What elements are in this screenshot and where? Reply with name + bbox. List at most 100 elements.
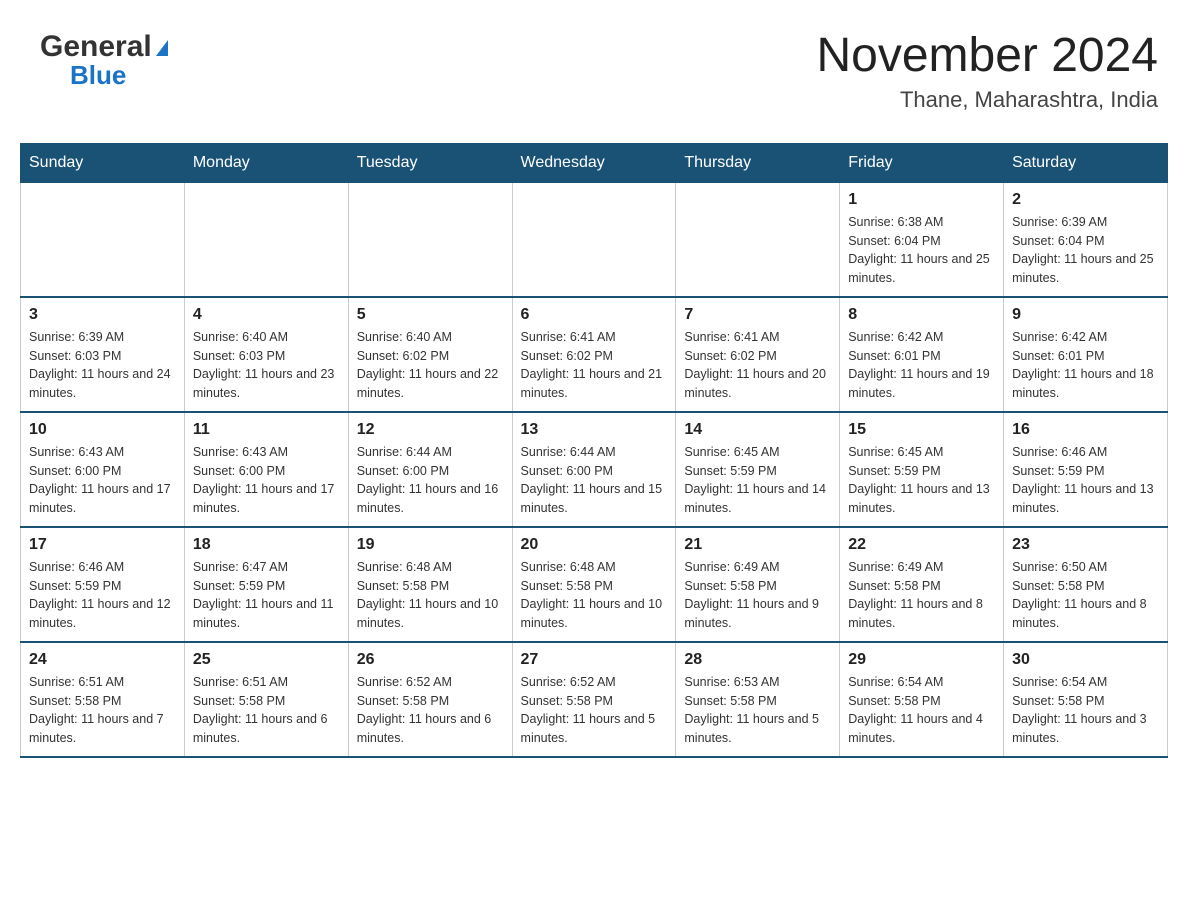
day-number: 19 [357,536,504,554]
day-info: Sunrise: 6:52 AMSunset: 5:58 PMDaylight:… [521,673,668,748]
day-number: 7 [684,306,831,324]
day-number: 26 [357,651,504,669]
day-info: Sunrise: 6:52 AMSunset: 5:58 PMDaylight:… [357,673,504,748]
day-number: 4 [193,306,340,324]
day-info: Sunrise: 6:43 AMSunset: 6:00 PMDaylight:… [193,443,340,518]
logo-general-text: General [40,30,152,64]
calendar-cell: 18 Sunrise: 6:47 AMSunset: 5:59 PMDayligh… [184,527,348,642]
weekday-header-friday: Friday [840,143,1004,182]
day-info: Sunrise: 6:40 AMSunset: 6:03 PMDaylight:… [193,328,340,403]
day-number: 1 [848,191,995,209]
day-number: 30 [1012,651,1159,669]
day-number: 8 [848,306,995,324]
calendar-cell [21,182,185,297]
day-info: Sunrise: 6:41 AMSunset: 6:02 PMDaylight:… [684,328,831,403]
logo: General Blue [40,30,168,91]
day-number: 22 [848,536,995,554]
calendar-cell: 30 Sunrise: 6:54 AMSunset: 5:58 PMDayligh… [1004,642,1168,757]
day-info: Sunrise: 6:44 AMSunset: 6:00 PMDaylight:… [521,443,668,518]
day-number: 6 [521,306,668,324]
day-number: 14 [684,421,831,439]
day-number: 16 [1012,421,1159,439]
day-info: Sunrise: 6:40 AMSunset: 6:02 PMDaylight:… [357,328,504,403]
day-number: 15 [848,421,995,439]
weekday-header-thursday: Thursday [676,143,840,182]
calendar-cell: 19 Sunrise: 6:48 AMSunset: 5:58 PMDayligh… [348,527,512,642]
calendar-cell: 11 Sunrise: 6:43 AMSunset: 6:00 PMDayligh… [184,412,348,527]
calendar-cell [184,182,348,297]
calendar-cell: 14 Sunrise: 6:45 AMSunset: 5:59 PMDayligh… [676,412,840,527]
day-info: Sunrise: 6:51 AMSunset: 5:58 PMDaylight:… [29,673,176,748]
month-title: November 2024 [816,30,1158,83]
calendar-row-4: 24 Sunrise: 6:51 AMSunset: 5:58 PMDayligh… [21,642,1168,757]
day-info: Sunrise: 6:43 AMSunset: 6:00 PMDaylight:… [29,443,176,518]
calendar-table: SundayMondayTuesdayWednesdayThursdayFrid… [20,143,1168,758]
weekday-header-tuesday: Tuesday [348,143,512,182]
calendar-cell: 6 Sunrise: 6:41 AMSunset: 6:02 PMDaylight… [512,297,676,412]
calendar-row-3: 17Sunrise: 6:46 AMSunset: 5:59 PMDayligh… [21,527,1168,642]
location-title: Thane, Maharashtra, India [816,87,1158,113]
day-number: 11 [193,421,340,439]
calendar-cell: 24 Sunrise: 6:51 AMSunset: 5:58 PMDayligh… [21,642,185,757]
logo-blue-text: Blue [70,60,126,91]
calendar-row-1: 3 Sunrise: 6:39 AMSunset: 6:03 PMDaylight… [21,297,1168,412]
calendar-cell: 5Sunrise: 6:40 AMSunset: 6:02 PMDaylight… [348,297,512,412]
day-info: Sunrise: 6:45 AMSunset: 5:59 PMDaylight:… [848,443,995,518]
day-info: Sunrise: 6:46 AMSunset: 5:59 PMDaylight:… [29,558,176,633]
day-info: Sunrise: 6:44 AMSunset: 6:00 PMDaylight:… [357,443,504,518]
day-number: 24 [29,651,176,669]
calendar-cell: 10Sunrise: 6:43 AMSunset: 6:00 PMDayligh… [21,412,185,527]
calendar-cell: 15 Sunrise: 6:45 AMSunset: 5:59 PMDayligh… [840,412,1004,527]
calendar-cell: 22 Sunrise: 6:49 AMSunset: 5:58 PMDayligh… [840,527,1004,642]
calendar-cell: 12 Sunrise: 6:44 AMSunset: 6:00 PMDayligh… [348,412,512,527]
day-info: Sunrise: 6:49 AMSunset: 5:58 PMDaylight:… [848,558,995,633]
weekday-header-row: SundayMondayTuesdayWednesdayThursdayFrid… [21,143,1168,182]
calendar-cell: 25 Sunrise: 6:51 AMSunset: 5:58 PMDayligh… [184,642,348,757]
calendar-cell: 9Sunrise: 6:42 AMSunset: 6:01 PMDaylight… [1004,297,1168,412]
calendar-cell: 21Sunrise: 6:49 AMSunset: 5:58 PMDayligh… [676,527,840,642]
title-block: November 2024 Thane, Maharashtra, India [816,30,1158,113]
day-info: Sunrise: 6:38 AMSunset: 6:04 PMDaylight:… [848,213,995,288]
day-info: Sunrise: 6:39 AMSunset: 6:03 PMDaylight:… [29,328,176,403]
day-number: 23 [1012,536,1159,554]
day-info: Sunrise: 6:39 AMSunset: 6:04 PMDaylight:… [1012,213,1159,288]
calendar-cell: 17Sunrise: 6:46 AMSunset: 5:59 PMDayligh… [21,527,185,642]
calendar-cell: 29Sunrise: 6:54 AMSunset: 5:58 PMDayligh… [840,642,1004,757]
calendar-cell: 1 Sunrise: 6:38 AMSunset: 6:04 PMDaylight… [840,182,1004,297]
day-info: Sunrise: 6:54 AMSunset: 5:58 PMDaylight:… [848,673,995,748]
calendar-cell: 7 Sunrise: 6:41 AMSunset: 6:02 PMDaylight… [676,297,840,412]
day-info: Sunrise: 6:41 AMSunset: 6:02 PMDaylight:… [521,328,668,403]
day-number: 13 [521,421,668,439]
day-number: 25 [193,651,340,669]
calendar-cell: 20 Sunrise: 6:48 AMSunset: 5:58 PMDayligh… [512,527,676,642]
calendar-cell: 3 Sunrise: 6:39 AMSunset: 6:03 PMDaylight… [21,297,185,412]
calendar-cell: 4 Sunrise: 6:40 AMSunset: 6:03 PMDaylight… [184,297,348,412]
day-number: 27 [521,651,668,669]
day-info: Sunrise: 6:47 AMSunset: 5:59 PMDaylight:… [193,558,340,633]
day-number: 2 [1012,191,1159,209]
calendar-row-2: 10Sunrise: 6:43 AMSunset: 6:00 PMDayligh… [21,412,1168,527]
calendar-cell: 27 Sunrise: 6:52 AMSunset: 5:58 PMDayligh… [512,642,676,757]
calendar-cell: 8Sunrise: 6:42 AMSunset: 6:01 PMDaylight… [840,297,1004,412]
day-info: Sunrise: 6:45 AMSunset: 5:59 PMDaylight:… [684,443,831,518]
day-number: 21 [684,536,831,554]
logo-triangle-icon [156,40,168,56]
day-number: 12 [357,421,504,439]
weekday-header-wednesday: Wednesday [512,143,676,182]
day-info: Sunrise: 6:46 AMSunset: 5:59 PMDaylight:… [1012,443,1159,518]
day-info: Sunrise: 6:54 AMSunset: 5:58 PMDaylight:… [1012,673,1159,748]
day-number: 3 [29,306,176,324]
day-info: Sunrise: 6:48 AMSunset: 5:58 PMDaylight:… [521,558,668,633]
day-number: 28 [684,651,831,669]
day-number: 18 [193,536,340,554]
weekday-header-monday: Monday [184,143,348,182]
weekday-header-saturday: Saturday [1004,143,1168,182]
day-info: Sunrise: 6:51 AMSunset: 5:58 PMDaylight:… [193,673,340,748]
calendar-row-0: 1 Sunrise: 6:38 AMSunset: 6:04 PMDaylight… [21,182,1168,297]
calendar-cell [676,182,840,297]
calendar-cell [348,182,512,297]
calendar-cell: 2 Sunrise: 6:39 AMSunset: 6:04 PMDaylight… [1004,182,1168,297]
day-number: 20 [521,536,668,554]
calendar-cell: 13 Sunrise: 6:44 AMSunset: 6:00 PMDayligh… [512,412,676,527]
day-info: Sunrise: 6:48 AMSunset: 5:58 PMDaylight:… [357,558,504,633]
